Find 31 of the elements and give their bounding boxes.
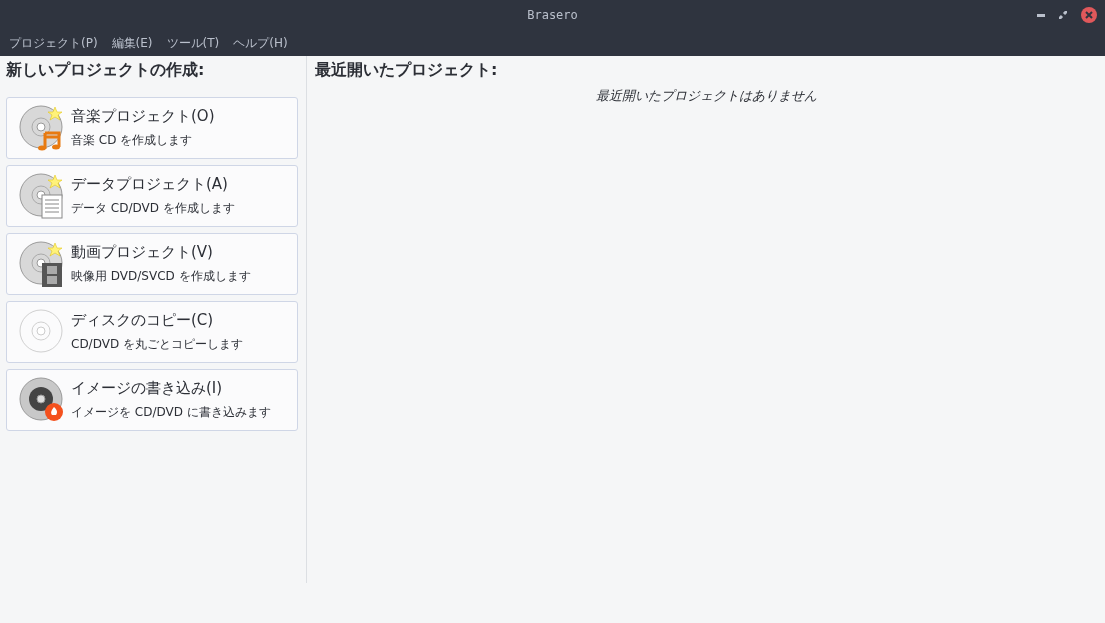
project-title: イメージの書き込み(I) [71, 379, 224, 398]
project-title: 音楽プロジェクト(O) [71, 107, 215, 126]
maximize-icon[interactable] [1059, 11, 1067, 19]
menu-item[interactable]: プロジェクト(P) [4, 34, 103, 52]
project-button[interactable]: 動画プロジェクト(V) 映像用 DVD/SVCD を作成します [6, 233, 298, 295]
window-title: Brasero [527, 8, 578, 22]
burn-disc-icon [19, 377, 65, 423]
section-heading: 最近開いたプロジェクト: [315, 60, 499, 81]
menu-item[interactable]: ヘルプ(H) [228, 34, 293, 52]
project-button[interactable]: イメージの書き込み(I) イメージを CD/DVD に書き込みます [6, 369, 298, 431]
disc-icon [19, 309, 65, 355]
data-disc-icon [19, 173, 65, 219]
project-button[interactable]: データプロジェクト(A) データ CD/DVD を作成します [6, 165, 298, 227]
section-heading: 新しいプロジェクトの作成: [6, 60, 206, 81]
project-description: イメージを CD/DVD に書き込みます [71, 404, 271, 421]
project-description: 音楽 CD を作成します [71, 132, 194, 149]
menu-item[interactable]: ツール(T) [161, 34, 225, 52]
minimize-icon[interactable] [1037, 13, 1045, 17]
video-disc-icon [19, 241, 65, 287]
menu-item[interactable]: 編集(E) [106, 34, 158, 52]
project-button[interactable]: 音楽プロジェクト(O) 音楽 CD を作成します [6, 97, 298, 159]
empty-message: 最近開いたプロジェクトはありません [595, 87, 817, 105]
project-description: 映像用 DVD/SVCD を作成します [71, 268, 251, 285]
project-title: データプロジェクト(A) [71, 175, 229, 194]
project-title: 動画プロジェクト(V) [71, 243, 214, 262]
project-description: CD/DVD を丸ごとコピーします [71, 336, 243, 353]
project-button[interactable]: ディスクのコピー(C) CD/DVD を丸ごとコピーします [6, 301, 298, 363]
project-title: ディスクのコピー(C) [71, 311, 215, 330]
close-icon[interactable] [1081, 7, 1097, 23]
project-description: データ CD/DVD を作成します [71, 200, 235, 217]
music-disc-icon [19, 105, 65, 151]
